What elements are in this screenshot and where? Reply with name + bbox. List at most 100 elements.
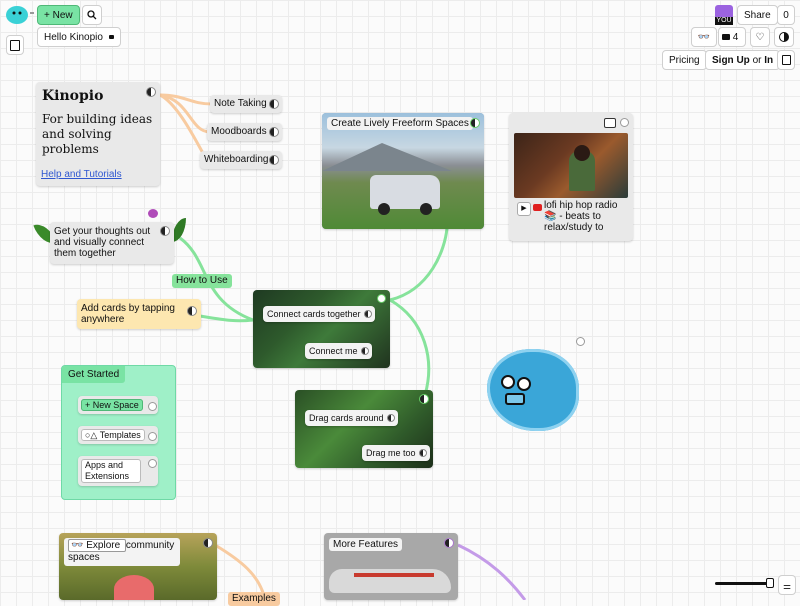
users-count: 4 xyxy=(732,32,739,43)
creature-body xyxy=(487,349,579,431)
drag-cards-around[interactable]: Drag cards around xyxy=(305,410,398,426)
intro-body: For building ideas and solving problems xyxy=(42,112,153,156)
or-label: or xyxy=(752,55,762,66)
theme-button[interactable] xyxy=(774,27,794,47)
connection-more-features xyxy=(457,543,527,600)
pricing-button[interactable]: Pricing xyxy=(662,50,707,70)
connect-card[interactable]: Connect cards together Connect me xyxy=(253,290,390,368)
connector-icon[interactable] xyxy=(187,306,197,316)
lofi-minimize-icon[interactable] xyxy=(604,118,616,128)
moodboards-label: Moodboards xyxy=(211,126,267,137)
templates-icon: ○△ xyxy=(85,430,98,440)
connect-card-dot[interactable] xyxy=(377,294,386,303)
connector-icon[interactable] xyxy=(418,449,427,457)
apps-dot[interactable] xyxy=(148,459,157,468)
note-taking-card[interactable]: Note Taking xyxy=(210,95,282,113)
explore-glasses-button[interactable]: 👓 xyxy=(691,27,717,47)
lock-icon xyxy=(108,35,114,40)
drag-card[interactable]: Drag cards around Drag me too xyxy=(295,390,433,468)
notifications-button[interactable]: 0 xyxy=(777,5,795,25)
flower-icon xyxy=(148,209,158,218)
connector-icon[interactable] xyxy=(386,414,395,422)
connector-icon[interactable] xyxy=(203,538,213,548)
play-button[interactable]: ▶ xyxy=(517,202,531,216)
controls-button[interactable]: ⚌ xyxy=(778,575,796,595)
connect-cards-together[interactable]: Connect cards together xyxy=(263,306,375,322)
logo-dots-icon xyxy=(30,12,34,14)
lofi-card[interactable]: ▶ lofi hip hop radio 📚 - beats to relax/… xyxy=(509,113,633,241)
templates-button[interactable]: ○△ Templates xyxy=(81,429,145,441)
sidebar-toggle-button[interactable] xyxy=(6,35,24,55)
youtube-icon xyxy=(533,204,542,211)
how-to-use-label[interactable]: How to Use xyxy=(172,274,232,288)
connector-icon[interactable] xyxy=(363,310,372,318)
connector-icon[interactable] xyxy=(269,127,279,137)
zoom-slider-handle[interactable] xyxy=(766,578,774,588)
video-icon xyxy=(722,34,730,41)
blue-creature-sticker[interactable] xyxy=(483,345,583,435)
examples-label[interactable]: Examples xyxy=(228,592,280,606)
user-avatar[interactable]: YOU xyxy=(715,5,733,25)
zoom-slider[interactable] xyxy=(715,582,773,585)
templates-card[interactable]: ○△ Templates xyxy=(78,426,158,444)
intro-title: Kinopio xyxy=(42,88,104,104)
freeform-card[interactable]: Create Lively Freeform Spaces xyxy=(322,113,484,229)
lofi-select-dot[interactable] xyxy=(620,118,629,127)
connector-icon[interactable] xyxy=(444,538,454,548)
new-space-button[interactable]: + New Space xyxy=(81,399,143,411)
templates-dot[interactable] xyxy=(148,432,157,441)
connector-icon[interactable] xyxy=(160,226,170,236)
moodboards-card[interactable]: Moodboards xyxy=(207,123,282,141)
connector-icon[interactable] xyxy=(269,99,279,109)
explore-card[interactable]: 👓 Explore community spaces xyxy=(59,533,217,600)
apps-card[interactable]: Apps and Extensions xyxy=(78,456,158,486)
live-users-button[interactable]: 4 xyxy=(718,27,746,47)
explore-button[interactable]: 👓 Explore xyxy=(68,539,126,552)
signup-button[interactable]: Sign Up or In xyxy=(705,50,781,70)
connect-cards-label: Connect cards together xyxy=(267,309,361,319)
get-thoughts-card[interactable]: Get your thoughts out and visually conne… xyxy=(50,222,174,264)
creature-eye-right xyxy=(517,377,531,391)
connector-icon[interactable] xyxy=(269,155,279,165)
sidebar-button[interactable] xyxy=(777,50,795,70)
get-thoughts-text: Get your thoughts out and visually conne… xyxy=(54,226,151,259)
note-taking-label: Note Taking xyxy=(214,98,267,109)
help-link[interactable]: Help and Tutorials xyxy=(41,169,122,180)
lofi-hair xyxy=(574,145,590,161)
new-space-dot[interactable] xyxy=(148,402,157,411)
drag-cards-label: Drag cards around xyxy=(309,413,384,423)
connect-me-card[interactable]: Connect me xyxy=(305,343,372,359)
connector-icon[interactable] xyxy=(470,118,480,128)
glasses-icon: 👓 xyxy=(697,32,711,43)
get-started-box[interactable]: Get Started + New Space ○△ Templates App… xyxy=(61,365,176,500)
lofi-thumbnail xyxy=(514,133,628,198)
creature-eye-left xyxy=(501,375,515,389)
explore-image-character xyxy=(114,575,154,600)
glasses-icon: 👓 xyxy=(71,540,84,551)
new-space-card[interactable]: + New Space xyxy=(78,396,158,414)
share-button[interactable]: Share xyxy=(737,5,778,25)
new-button[interactable]: + New xyxy=(37,5,80,25)
space-name-button[interactable]: Hello Kinopio xyxy=(37,27,121,47)
apps-button[interactable]: Apps and Extensions xyxy=(81,459,141,483)
connector-icon[interactable] xyxy=(419,394,429,404)
more-features-label: More Features xyxy=(329,538,403,551)
favorite-button[interactable]: ♡ xyxy=(750,27,770,47)
logo-icon xyxy=(6,6,28,24)
connection-center-drag xyxy=(389,298,431,396)
lofi-title: lofi hip hop radio 📚 - beats to relax/st… xyxy=(544,200,618,233)
wheel-left xyxy=(378,203,390,215)
search-button[interactable] xyxy=(82,5,102,25)
connector-icon[interactable] xyxy=(146,87,156,97)
sticker-select-dot[interactable] xyxy=(576,337,585,346)
connect-me-label: Connect me xyxy=(309,346,358,356)
add-cards-card[interactable]: Add cards by tapping anywhere xyxy=(77,299,201,329)
drag-me-label: Drag me too xyxy=(366,448,416,458)
connector-icon[interactable] xyxy=(360,347,369,355)
intro-card[interactable]: Kinopio For building ideas and solving p… xyxy=(36,82,160,186)
drag-me-card[interactable]: Drag me too xyxy=(362,445,430,461)
whiteboarding-card[interactable]: Whiteboarding xyxy=(200,151,282,169)
explore-label: Explore xyxy=(86,540,121,551)
kinopio-logo[interactable] xyxy=(5,5,29,25)
more-features-card[interactable]: More Features xyxy=(324,533,458,600)
